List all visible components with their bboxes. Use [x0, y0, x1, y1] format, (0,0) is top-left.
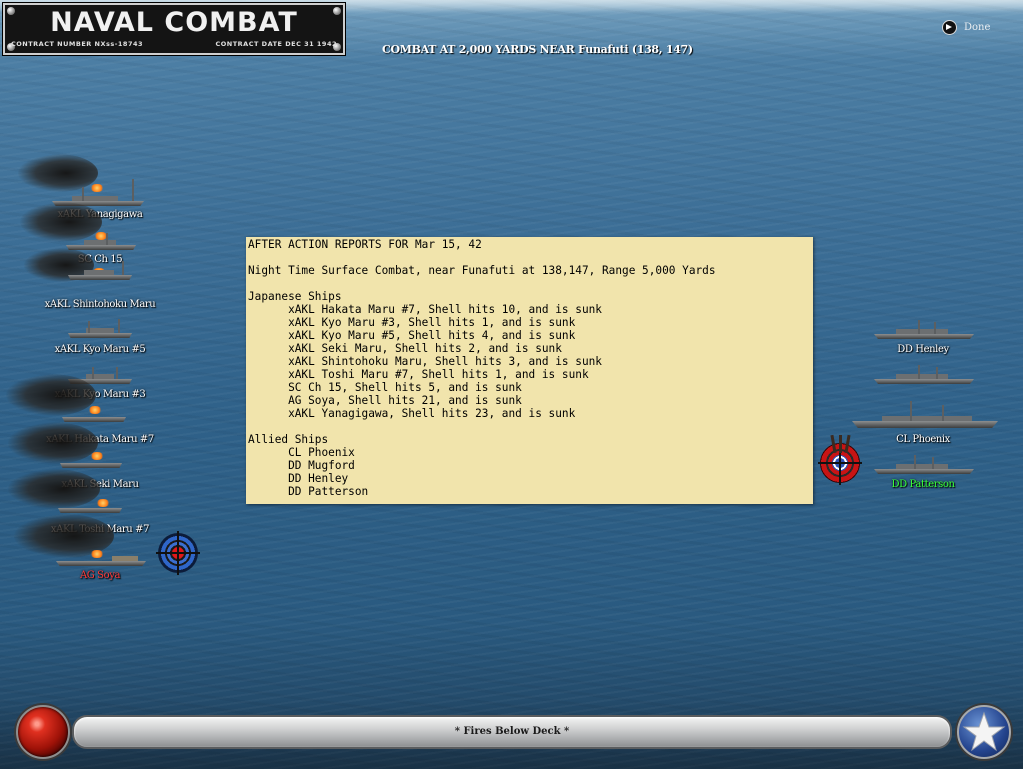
ship-label: AG Soya	[79, 570, 121, 581]
report-line: DD Mugford	[248, 459, 355, 472]
report-line: DD Patterson	[248, 485, 369, 498]
report-line: CL Phoenix	[248, 446, 355, 459]
report-line: xAKL Shintohoku Maru, Shell hits 3, and …	[248, 355, 602, 368]
ocean-battle-scene: NAVAL COMBAT CONTRACT NUMBER NXss-18743 …	[0, 0, 1023, 769]
report-line: Night Time Surface Combat, near Funafuti…	[248, 264, 716, 277]
done-button[interactable]: Done	[942, 20, 990, 35]
ship-hull	[874, 379, 974, 384]
report-line	[248, 277, 716, 290]
ship-hull	[874, 469, 974, 474]
gun-barrel-icon	[839, 435, 842, 453]
report-line: Allied Ships	[248, 433, 329, 446]
ship-hull	[60, 463, 122, 468]
game-title: NAVAL COMBAT	[50, 7, 298, 38]
message-bar: * Fires Below Deck *	[72, 715, 952, 749]
allied-ship[interactable]	[852, 401, 998, 428]
combat-header: COMBAT AT 2,000 YARDS NEAR Funafuti (138…	[382, 43, 693, 56]
fire-icon	[90, 452, 104, 460]
japanese-ship[interactable]	[24, 248, 132, 282]
target-reticle-icon	[156, 531, 200, 575]
smoke-plume	[8, 469, 100, 509]
fire-icon	[90, 184, 104, 192]
ship-hull	[66, 245, 136, 250]
report-line: DD Henley	[248, 472, 349, 485]
japanese-ship[interactable]	[68, 319, 132, 338]
report-line: xAKL Kyo Maru #5, Shell hits 4, and is s…	[248, 329, 576, 342]
japanese-ship[interactable]	[6, 374, 126, 422]
ship-label: xAKL Shintohoku Maru	[44, 299, 156, 310]
allied-ship[interactable]	[874, 365, 974, 384]
report-line: xAKL Yanagigawa, Shell hits 23, and is s…	[248, 407, 576, 420]
allied-ship[interactable]	[874, 455, 974, 474]
firing-target-icon	[818, 434, 862, 485]
contract-number: CONTRACT NUMBER NXss-18743	[11, 40, 144, 48]
report-line	[248, 251, 716, 264]
star-icon	[962, 711, 1006, 752]
gun-barrel-icon	[844, 434, 851, 454]
allied-star-button[interactable]	[957, 705, 1011, 759]
report-line: xAKL Hakata Maru #7, Shell hits 10, and …	[248, 303, 602, 316]
ship-hull	[56, 561, 146, 566]
ship-hull	[874, 334, 974, 339]
status-message: * Fires Below Deck *	[454, 726, 570, 737]
ship-label: xAKL Kyo Maru #5	[54, 344, 146, 355]
contract-date: CONTRACT DATE DEC 31 1942	[215, 40, 337, 48]
smoke-plume	[6, 374, 96, 416]
contract-row: CONTRACT NUMBER NXss-18743 CONTRACT DATE…	[11, 40, 337, 48]
japanese-ship[interactable]	[14, 514, 146, 566]
report-text: AFTER ACTION REPORTS FOR Mar 15, 42 Nigh…	[248, 238, 716, 498]
japanese-ship[interactable]	[20, 202, 136, 250]
fire-icon	[96, 499, 110, 507]
smoke-plume	[20, 202, 102, 242]
ship-label: DD Patterson	[891, 479, 955, 490]
fire-icon	[90, 550, 104, 558]
red-round-button[interactable]	[16, 705, 70, 759]
japanese-ship[interactable]	[8, 422, 122, 468]
ship-hull	[68, 333, 132, 338]
report-line: xAKL Kyo Maru #3, Shell hits 1, and is s…	[248, 316, 576, 329]
ship-hull	[58, 508, 122, 513]
smoke-plume	[18, 154, 98, 192]
ship-label: DD Henley	[897, 344, 949, 355]
report-line	[248, 420, 716, 433]
ship-hull	[852, 421, 998, 428]
allied-ship[interactable]	[874, 320, 974, 339]
report-line: xAKL Seki Maru, Shell hits 2, and is sun…	[248, 342, 562, 355]
fire-icon	[88, 406, 102, 414]
after-action-report: AFTER ACTION REPORTS FOR Mar 15, 42 Nigh…	[246, 237, 813, 504]
done-label: Done	[964, 22, 991, 33]
ship-hull	[62, 417, 126, 422]
title-plate: NAVAL COMBAT CONTRACT NUMBER NXss-18743 …	[3, 3, 345, 55]
report-line: xAKL Toshi Maru #7, Shell hits 1, and is…	[248, 368, 589, 381]
japanese-ship[interactable]	[8, 469, 122, 513]
report-line: Japanese Ships	[248, 290, 342, 303]
gun-barrel-icon	[830, 434, 837, 454]
report-line: SC Ch 15, Shell hits 5, and is sunk	[248, 381, 522, 394]
smoke-plume	[8, 422, 98, 464]
ship-hull	[68, 275, 132, 280]
report-line: AG Soya, Shell hits 21, and is sunk	[248, 394, 522, 407]
report-line: AFTER ACTION REPORTS FOR Mar 15, 42	[248, 238, 482, 251]
play-arrow-icon	[942, 20, 957, 35]
ship-label: CL Phoenix	[896, 434, 950, 445]
